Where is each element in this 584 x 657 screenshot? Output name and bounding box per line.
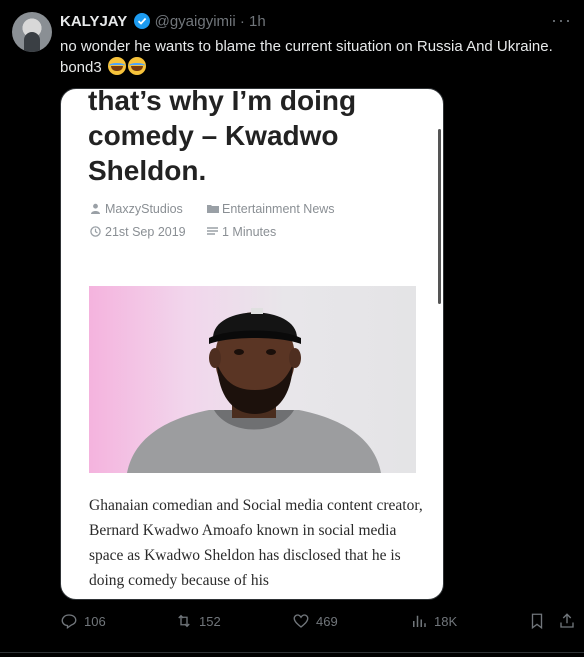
attached-screenshot[interactable]: that’s why I’m doing comedy – Kwadwo She… [60, 88, 444, 600]
share-icon [560, 613, 574, 628]
divider [0, 652, 584, 653]
timestamp[interactable]: 1h [249, 13, 266, 30]
more-options-icon[interactable]: ··· [551, 10, 572, 31]
article-body: Ghanaian comedian and Social media conte… [89, 497, 423, 589]
heart-icon [293, 614, 309, 628]
folder-icon [207, 203, 219, 214]
article-headline: that’s why I’m doing comedy – Kwadwo She… [88, 88, 357, 186]
bookmark-button[interactable] [528, 612, 546, 630]
author-name[interactable]: KALYJAY [60, 13, 127, 30]
reply-button[interactable]: 106 [60, 612, 106, 630]
scrollbar[interactable] [438, 129, 441, 304]
article-category: Entertainment News [222, 202, 335, 216]
tweet-text-line2: bond3 [60, 57, 575, 78]
retweet-icon [178, 614, 190, 628]
bar-chart-icon [413, 615, 426, 627]
bookmark-icon [531, 613, 543, 630]
tweet-actions: 106 152 469 18K [60, 612, 575, 632]
reply-count: 106 [84, 613, 106, 629]
author-handle[interactable]: @gyaigyimii [155, 13, 236, 30]
article-author-meta: MaxzyStudios [90, 202, 183, 216]
like-count: 469 [316, 613, 338, 629]
tears-of-joy-emoji-icon [127, 57, 146, 75]
article-readtime-meta: 1 Minutes [207, 225, 276, 239]
tears-of-joy-emoji-icon [107, 57, 126, 75]
article-read-time: 1 Minutes [222, 225, 277, 239]
clock-icon [90, 226, 101, 237]
tweet-text-word: bond3 [60, 59, 102, 76]
text-lines-icon [207, 226, 218, 237]
views-button[interactable]: 18K [410, 612, 457, 630]
separator-dot: · [239, 13, 245, 30]
retweet-button[interactable]: 152 [175, 612, 221, 630]
article-date: 21st Sep 2019 [105, 225, 186, 239]
reply-icon [61, 614, 77, 630]
article-photo [89, 286, 416, 473]
tweet-text-line1: no wonder he wants to blame the current … [60, 38, 553, 55]
user-icon [90, 203, 101, 214]
tweet-text: no wonder he wants to blame the current … [60, 37, 575, 78]
article-date-meta: 21st Sep 2019 [90, 225, 186, 239]
tweet[interactable]: KALYJAY @gyaigyimii · 1h ··· no wonder h… [0, 0, 584, 657]
avatar[interactable] [12, 12, 52, 52]
tweet-header: KALYJAY @gyaigyimii · 1h [60, 13, 266, 30]
article-author: MaxzyStudios [105, 202, 183, 216]
share-button[interactable] [558, 612, 576, 630]
retweet-count: 152 [199, 613, 221, 629]
article-category-meta: Entertainment News [207, 202, 335, 216]
view-count: 18K [434, 613, 458, 629]
like-button[interactable]: 469 [292, 612, 338, 630]
verified-badge-icon [134, 13, 151, 29]
